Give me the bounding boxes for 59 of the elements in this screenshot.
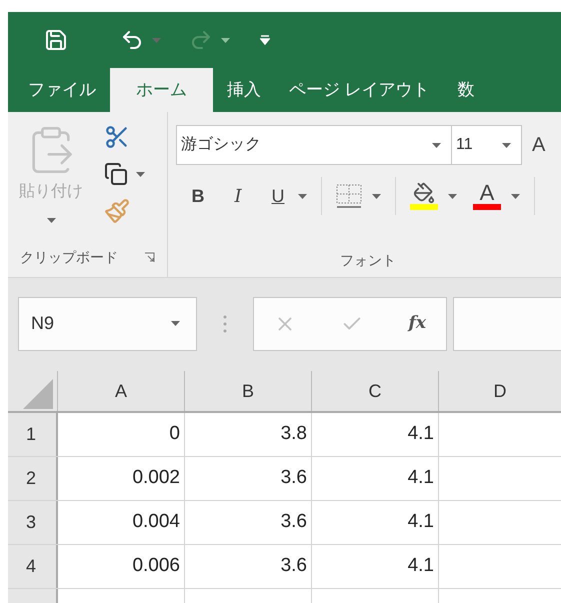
table-cell: 3.6 bbox=[185, 501, 312, 544]
table-cell: 4.1 bbox=[312, 413, 439, 456]
table-cell: 4.1 bbox=[312, 545, 439, 588]
fill-color-icon[interactable] bbox=[413, 182, 435, 204]
fill-color-swatch bbox=[410, 204, 438, 210]
corner-triangle-icon bbox=[23, 379, 53, 409]
insert-function-button[interactable]: fx bbox=[408, 310, 426, 336]
row-header[interactable]: 4 bbox=[8, 545, 58, 588]
column-header[interactable]: D bbox=[439, 371, 561, 411]
dropdown-caret-icon[interactable] bbox=[448, 194, 457, 198]
table-cell: 0 bbox=[58, 413, 185, 456]
ribbon-tab[interactable]: 数 bbox=[444, 68, 489, 112]
borders-icon[interactable] bbox=[336, 184, 362, 208]
table-cell: 0.002 bbox=[58, 457, 185, 500]
column-header[interactable]: C bbox=[312, 371, 439, 411]
font-color-swatch bbox=[473, 204, 501, 210]
customize-toolbar-icon[interactable] bbox=[260, 35, 270, 45]
dialog-launcher-icon[interactable] bbox=[144, 252, 155, 262]
group-label: クリップボード bbox=[20, 248, 118, 266]
ribbon-tab[interactable]: ファイル bbox=[8, 68, 110, 112]
font-name-field[interactable]: 游ゴシック bbox=[176, 125, 452, 165]
font-color-button[interactable]: A bbox=[480, 182, 494, 204]
dropdown-caret-icon[interactable] bbox=[298, 194, 307, 198]
dropdown-caret-icon[interactable] bbox=[432, 142, 441, 148]
table-cell: 3.6 bbox=[185, 457, 312, 500]
undo-icon[interactable] bbox=[120, 28, 144, 52]
dropdown-caret-icon[interactable] bbox=[372, 194, 381, 198]
dropdown-caret-icon[interactable] bbox=[46, 218, 56, 223]
column-header[interactable]: B bbox=[185, 371, 312, 411]
formula-input-field[interactable] bbox=[453, 296, 561, 350]
dropdown-caret-icon[interactable] bbox=[136, 172, 145, 176]
table-cell: 3.6 bbox=[185, 545, 312, 588]
cut-icon[interactable] bbox=[104, 124, 130, 150]
group-label: フォント bbox=[340, 250, 396, 270]
table-cell: 3.8 bbox=[185, 413, 312, 456]
table-cell: 4.1 bbox=[312, 457, 439, 500]
table-cell: 0.004 bbox=[58, 501, 185, 544]
column-header[interactable]: A bbox=[58, 371, 185, 411]
save-icon[interactable] bbox=[44, 28, 68, 52]
grow-font-button[interactable]: A bbox=[532, 130, 546, 160]
format-button[interactable]: U bbox=[260, 182, 296, 210]
row-header[interactable]: 3 bbox=[8, 501, 58, 544]
format-button[interactable]: I bbox=[220, 182, 256, 210]
grip-icon bbox=[223, 314, 227, 334]
dropdown-caret-icon[interactable] bbox=[221, 38, 230, 42]
font-size-field[interactable]: 11 bbox=[452, 125, 522, 165]
dropdown-caret-icon[interactable] bbox=[502, 142, 511, 148]
format-button[interactable]: B bbox=[180, 182, 216, 210]
name-box[interactable]: N9 bbox=[18, 296, 197, 350]
table-cell: 4.1 bbox=[312, 501, 439, 544]
table-cell: 0.006 bbox=[58, 545, 185, 588]
dropdown-caret-icon[interactable] bbox=[171, 321, 180, 326]
ribbon-tab[interactable]: ページ レイアウト bbox=[275, 68, 444, 112]
ribbon-tab[interactable]: ホーム bbox=[110, 68, 213, 112]
row-header[interactable]: 1 bbox=[8, 413, 58, 456]
dropdown-caret-icon[interactable] bbox=[511, 194, 520, 198]
ribbon-tab[interactable]: 挿入 bbox=[213, 68, 275, 112]
copy-icon[interactable] bbox=[104, 162, 128, 186]
row-header[interactable]: 2 bbox=[8, 457, 58, 500]
